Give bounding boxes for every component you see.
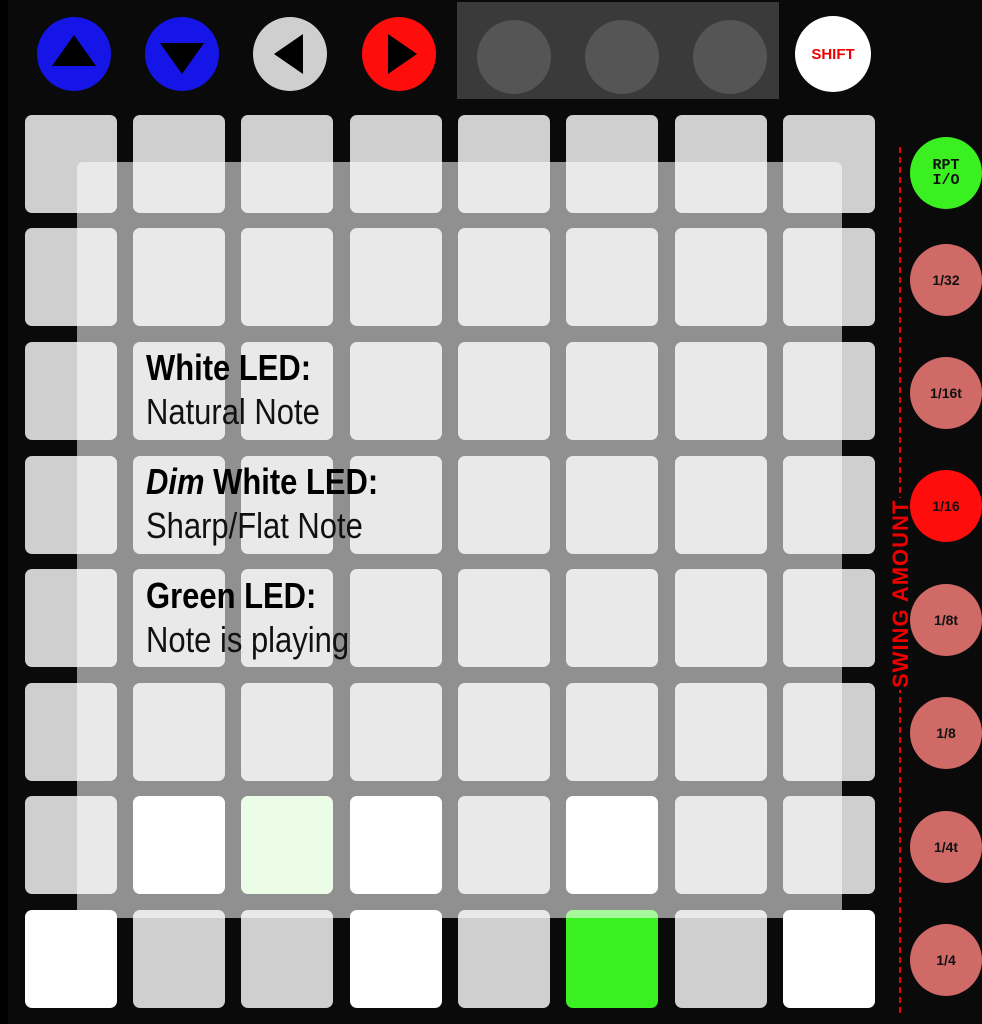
rate-button-label: 1/16t xyxy=(930,385,962,401)
swing-amount-label: SWING AMOUNT xyxy=(888,497,914,690)
triangle-right-icon xyxy=(362,17,436,91)
rate-button-1-4[interactable]: 1/4 xyxy=(910,924,982,996)
rate-button-1-4t[interactable]: 1/4t xyxy=(910,811,982,883)
triangle-up-icon xyxy=(37,17,111,91)
up-arrow-button[interactable] xyxy=(36,16,112,92)
white-led-description: Natural Note xyxy=(146,391,320,432)
pad-r8-c2[interactable] xyxy=(133,910,225,1008)
rate-button-label: 1/8 xyxy=(936,725,956,741)
led-legend: White LED: Natural Note Dim White LED: S… xyxy=(146,346,416,662)
pad-r8-c3[interactable] xyxy=(241,910,333,1008)
right-arrow-button[interactable] xyxy=(361,16,437,92)
dim-white-led-description: Sharp/Flat Note xyxy=(146,505,363,546)
rate-button-label: 1/4t xyxy=(933,839,959,855)
rate-button-1-16[interactable]: 1/16 xyxy=(910,470,982,542)
pad-r8-c8[interactable] xyxy=(783,910,875,1008)
dim-rest: White LED: xyxy=(204,461,379,502)
unused-top-button-1[interactable] xyxy=(477,20,551,94)
rate-button-label: 1/16 xyxy=(932,498,960,514)
left-arrow-button[interactable] xyxy=(252,16,328,92)
repeat-label-line1: RPT xyxy=(932,157,960,174)
green-led-description: Note is playing xyxy=(146,619,350,660)
dim-white-led-heading: Dim White LED: xyxy=(146,460,378,504)
rate-button-1-32[interactable]: 1/32 xyxy=(910,244,982,316)
rate-button-label: 1/8t xyxy=(933,612,959,628)
rate-button-1-8[interactable]: 1/8 xyxy=(910,697,982,769)
pad-r8-c1[interactable] xyxy=(25,910,117,1008)
white-led-heading: White LED: xyxy=(146,347,312,388)
rate-button-label: 1/4 xyxy=(936,952,956,968)
shift-label: SHIFT xyxy=(811,45,855,63)
pad-r8-c4[interactable] xyxy=(350,910,442,1008)
rate-button-label: 1/32 xyxy=(932,272,960,288)
rate-button-1-8t[interactable]: 1/8t xyxy=(910,584,982,656)
pad-r8-c5[interactable] xyxy=(458,910,550,1008)
triangle-left-icon xyxy=(253,17,327,91)
dim-word: Dim xyxy=(146,461,205,502)
rate-button-1-16t[interactable]: 1/16t xyxy=(910,357,982,429)
shift-button[interactable]: SHIFT xyxy=(795,16,871,92)
triangle-down-icon xyxy=(145,17,219,91)
repeat-toggle-button[interactable]: RPT I/O xyxy=(910,137,982,209)
repeat-label-line2: I/O xyxy=(932,172,960,189)
launchpad-device: SHIFT White LED: Natural Note Dim White … xyxy=(8,0,982,1024)
pad-r8-c6[interactable] xyxy=(566,910,658,1008)
unused-top-button-2[interactable] xyxy=(585,20,659,94)
unused-buttons-panel xyxy=(457,2,779,99)
pad-r8-c7[interactable] xyxy=(675,910,767,1008)
down-arrow-button[interactable] xyxy=(144,16,220,92)
green-led-heading: Green LED: xyxy=(146,575,317,616)
unused-top-button-3[interactable] xyxy=(693,20,767,94)
